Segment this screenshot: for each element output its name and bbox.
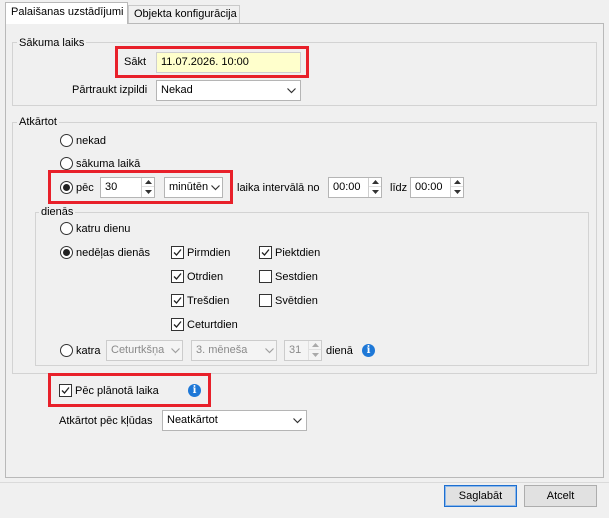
repeat-never-radio[interactable]	[60, 134, 73, 147]
tab-label: Objekta konfigurācija	[134, 8, 237, 20]
stepper-buttons[interactable]	[308, 341, 321, 360]
footer-separator	[0, 482, 609, 483]
month-select[interactable]: 3. mēneša	[191, 340, 277, 361]
repeat-interval-stepper[interactable]: 30	[100, 177, 155, 198]
repeat-every-label: pēc	[76, 182, 94, 194]
day-checkbox-tuesday[interactable]	[171, 270, 184, 283]
day-checkbox-saturday[interactable]	[259, 270, 272, 283]
day-label-monday: Pirmdien	[187, 247, 231, 259]
stop-execution-value: Nekad	[161, 84, 193, 96]
cancel-button[interactable]: Atcelt	[524, 485, 597, 507]
repeat-never-label: nekad	[76, 135, 106, 147]
settings-panel: Sākuma laiks Sākt 11.07.2026. 10:00 Pārt…	[5, 23, 604, 478]
weekday-of-month-value: Ceturtkšņa	[111, 344, 165, 356]
repeat-group-title: Atkārtot	[17, 116, 59, 128]
day-label-thursday: Ceturtdien	[187, 319, 238, 331]
interval-from-value: 00:00	[333, 181, 361, 193]
arrow-down-icon[interactable]	[309, 350, 321, 359]
after-planned-time-checkbox[interactable]	[59, 384, 72, 397]
day-checkbox-sunday[interactable]	[259, 294, 272, 307]
every-day-label: katru dienu	[76, 223, 131, 235]
day-number-value: 31	[289, 344, 302, 356]
save-button[interactable]: Saglabāt	[444, 485, 517, 507]
retry-after-error-select[interactable]: Neatkārtot	[162, 410, 307, 431]
retry-after-error-label: Atkārtot pēc kļūdas	[59, 415, 153, 427]
retry-after-error-value: Neatkārtot	[167, 414, 218, 426]
stop-execution-label: Pārtraukt izpildi	[72, 84, 148, 96]
day-number-stepper[interactable]: 31	[284, 340, 322, 361]
info-icon[interactable]: i	[362, 344, 375, 357]
chevron-down-icon	[292, 411, 302, 430]
every-day-radio[interactable]	[60, 222, 73, 235]
days-group-title: dienās	[39, 206, 76, 218]
start-label: Sākt	[124, 56, 147, 68]
weekdays-radio[interactable]	[60, 246, 73, 259]
repeat-at-start-radio[interactable]	[60, 157, 73, 170]
interval-until-value: 00:00	[415, 181, 443, 193]
info-icon[interactable]: i	[188, 384, 201, 397]
interval-until-time[interactable]: 00:00	[410, 177, 464, 198]
day-label-tuesday: Otrdien	[187, 271, 224, 283]
day-checkbox-friday[interactable]	[259, 246, 272, 259]
repeat-interval-value: 30	[105, 181, 118, 193]
arrow-up-icon[interactable]	[142, 178, 154, 187]
arrow-down-icon[interactable]	[142, 187, 154, 196]
arrow-up-icon[interactable]	[309, 341, 321, 350]
stop-execution-select[interactable]: Nekad	[156, 80, 301, 101]
weekday-of-month-select[interactable]: Ceturtkšņa	[106, 340, 183, 361]
chevron-down-icon	[210, 178, 220, 197]
stepper-buttons[interactable]	[141, 178, 154, 197]
tab-label: Palaišanas uzstādījumi	[11, 6, 124, 18]
start-time-group-title: Sākuma laiks	[17, 37, 87, 49]
after-planned-time-label: Pēc plānotā laika	[75, 385, 159, 397]
stepper-buttons[interactable]	[450, 178, 463, 197]
day-label-sunday: Svētdien	[275, 295, 318, 307]
day-checkbox-wednesday[interactable]	[171, 294, 184, 307]
repeat-at-start-label: sākuma laikā	[76, 158, 141, 170]
interval-from-label: laika intervālā no	[237, 182, 320, 194]
arrow-down-icon[interactable]	[369, 187, 381, 196]
day-checkbox-thursday[interactable]	[171, 318, 184, 331]
monthly-label: katra	[76, 345, 101, 357]
day-label-wednesday: Trešdien	[187, 295, 230, 307]
repeat-unit-select[interactable]: minūtēn	[164, 177, 223, 198]
tab-launch-settings[interactable]: Palaišanas uzstādījumi	[5, 2, 128, 24]
repeat-unit-value: minūtēn	[169, 181, 209, 193]
weekdays-label: nedēļas dienās	[76, 247, 151, 259]
monthly-radio[interactable]	[60, 344, 73, 357]
start-datetime-input[interactable]: 11.07.2026. 10:00	[156, 52, 301, 73]
arrow-up-icon[interactable]	[451, 178, 463, 187]
day-label-friday: Piektdien	[275, 247, 321, 259]
interval-from-time[interactable]: 00:00	[328, 177, 382, 198]
chevron-down-icon	[264, 341, 274, 360]
tab-object-configuration[interactable]: Objekta konfigurācija	[128, 5, 240, 23]
day-label-saturday: Sestdien	[275, 271, 318, 283]
arrow-down-icon[interactable]	[451, 187, 463, 196]
interval-until-label: līdz	[390, 182, 408, 194]
day-suffix-label: dienā	[326, 345, 353, 357]
day-checkbox-monday[interactable]	[171, 246, 184, 259]
arrow-up-icon[interactable]	[369, 178, 381, 187]
month-value: 3. mēneša	[196, 344, 248, 356]
chevron-down-icon	[170, 341, 180, 360]
start-datetime-value: 11.07.2026. 10:00	[161, 56, 249, 68]
stepper-buttons[interactable]	[368, 178, 381, 197]
chevron-down-icon	[286, 81, 296, 100]
repeat-every-radio[interactable]	[60, 181, 73, 194]
